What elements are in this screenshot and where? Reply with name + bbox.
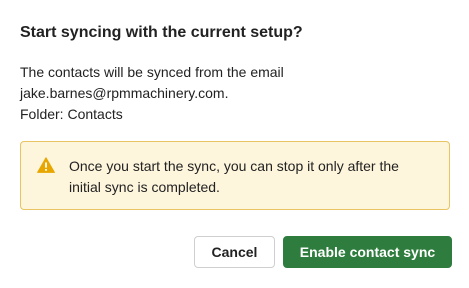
warning-alert: Once you start the sync, you can stop it… <box>20 141 450 210</box>
dialog-description: The contacts will be synced from the ema… <box>20 62 284 125</box>
cancel-button[interactable]: Cancel <box>194 236 275 268</box>
warning-message: Once you start the sync, you can stop it… <box>69 156 439 198</box>
enable-contact-sync-button[interactable]: Enable contact sync <box>283 236 452 268</box>
sync-confirmation-dialog: Start syncing with the current setup? Th… <box>0 0 469 288</box>
description-line: The contacts will be synced from the ema… <box>20 64 284 80</box>
description-folder: Folder: Contacts <box>20 106 123 122</box>
warning-triangle-icon <box>37 157 55 173</box>
warning-line: Once you start the sync, you can stop it… <box>69 158 399 174</box>
warning-line: initial sync is completed. <box>69 179 220 195</box>
dialog-title: Start syncing with the current setup? <box>20 24 303 41</box>
description-email: jake.barnes@rpmmachinery.com. <box>20 85 229 101</box>
